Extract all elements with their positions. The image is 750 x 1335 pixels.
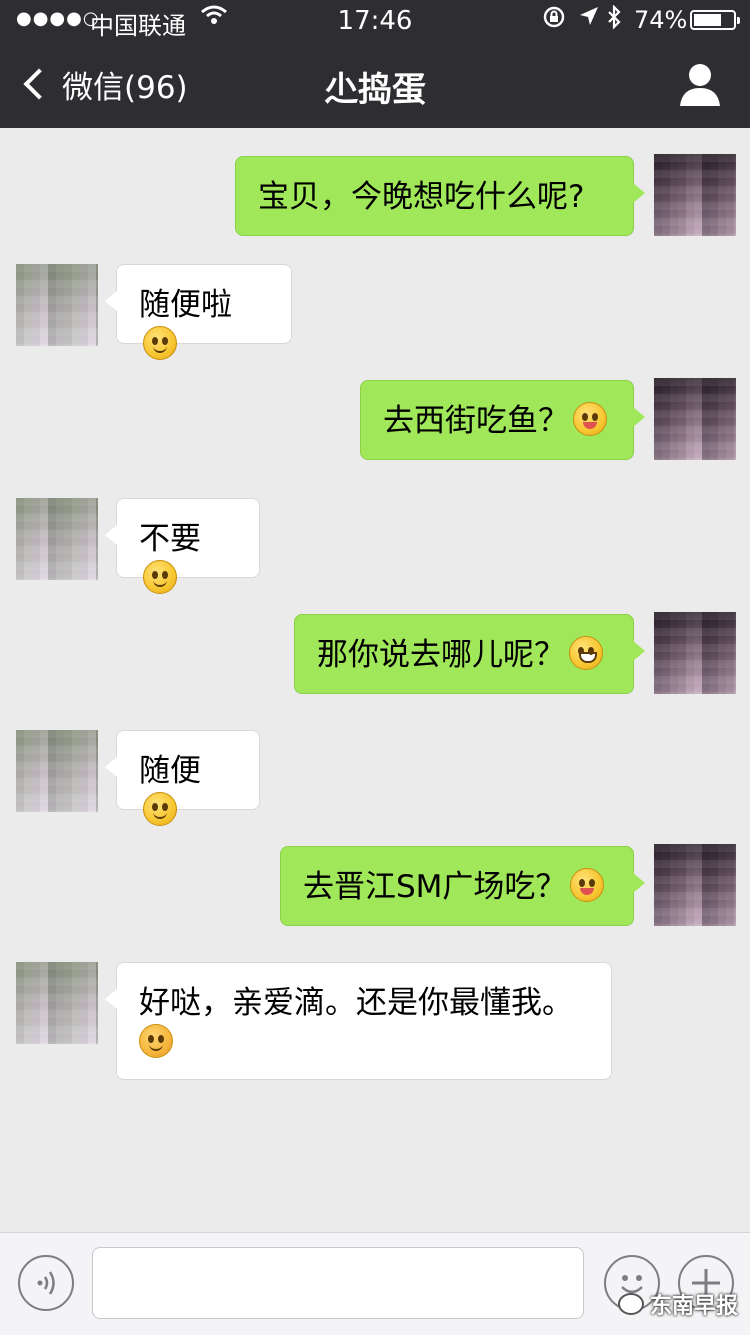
watermark-text: 东南早报 <box>650 1294 739 1319</box>
my-message-bubble[interactable]: 去西街吃鱼？ <box>360 380 645 460</box>
message-text: 好哒，亲爱滴。还是你最懂我。 <box>139 985 573 1021</box>
contact-avatar[interactable] <box>16 730 98 812</box>
chat-area: 宝贝，今晚想吃什么呢? 随便啦 去西街吃鱼？ 不要 那你说去哪儿呢？ 随便 去晋… <box>0 128 750 1232</box>
top-bar: ●●●●○ 中国联通 17:46 74% 微信(96) 尐捣蛋 <box>0 0 750 128</box>
my-message-bubble[interactable]: 去晋江SM广场吃？ <box>280 846 645 926</box>
chat-title: 尐捣蛋 <box>324 70 426 110</box>
contact-message-bubble[interactable]: 随便 <box>105 730 260 826</box>
message-text: 宝贝，今晚想吃什么呢? <box>258 179 585 215</box>
location-arrow-icon <box>578 5 600 33</box>
watermark: 东南早报 <box>618 1284 738 1324</box>
message-text: 不要 <box>139 521 201 557</box>
watermark-logo-icon <box>618 1293 644 1315</box>
bluetooth-icon <box>606 4 622 35</box>
person-icon[interactable] <box>680 62 720 106</box>
message-text: 随便啦 <box>139 287 232 323</box>
grin-emoji-icon <box>569 636 603 670</box>
battery-icon <box>690 10 740 30</box>
status-bar: ●●●●○ 中国联通 17:46 74% <box>0 0 750 40</box>
voice-icon <box>37 1271 55 1295</box>
my-avatar[interactable] <box>654 154 736 236</box>
my-avatar[interactable] <box>654 378 736 460</box>
smile-emoji-icon <box>143 560 177 594</box>
message-text: 去西街吃鱼？ <box>383 403 569 439</box>
message-text: 随便 <box>139 753 201 789</box>
my-avatar[interactable] <box>654 844 736 926</box>
contact-avatar[interactable] <box>16 498 98 580</box>
contact-avatar[interactable] <box>16 962 98 1044</box>
my-message-bubble[interactable]: 那你说去哪儿呢？ <box>294 614 645 694</box>
my-message-bubble[interactable]: 宝贝，今晚想吃什么呢? <box>235 156 645 236</box>
message-text: 那你说去哪儿呢？ <box>317 637 565 673</box>
shy-emoji-icon <box>139 1024 173 1058</box>
tongue-wink-emoji-icon <box>570 868 605 902</box>
contact-message-bubble[interactable]: 随便啦 <box>105 264 292 360</box>
message-text: 去晋江SM广场吃？ <box>303 869 567 905</box>
rotation-lock-icon <box>542 5 566 35</box>
contact-message-bubble[interactable]: 不要 <box>105 498 260 594</box>
voice-input-button[interactable] <box>18 1255 74 1311</box>
tongue-wink-emoji-icon <box>573 402 607 436</box>
battery-percent: 74% <box>634 6 688 34</box>
contact-avatar[interactable] <box>16 264 98 346</box>
contact-message-bubble[interactable]: 好哒，亲爱滴。还是你最懂我。 <box>105 962 612 1080</box>
my-avatar[interactable] <box>654 612 736 694</box>
message-input[interactable] <box>92 1247 584 1319</box>
smile-emoji-icon <box>143 326 177 360</box>
smile-emoji-icon <box>143 792 177 826</box>
